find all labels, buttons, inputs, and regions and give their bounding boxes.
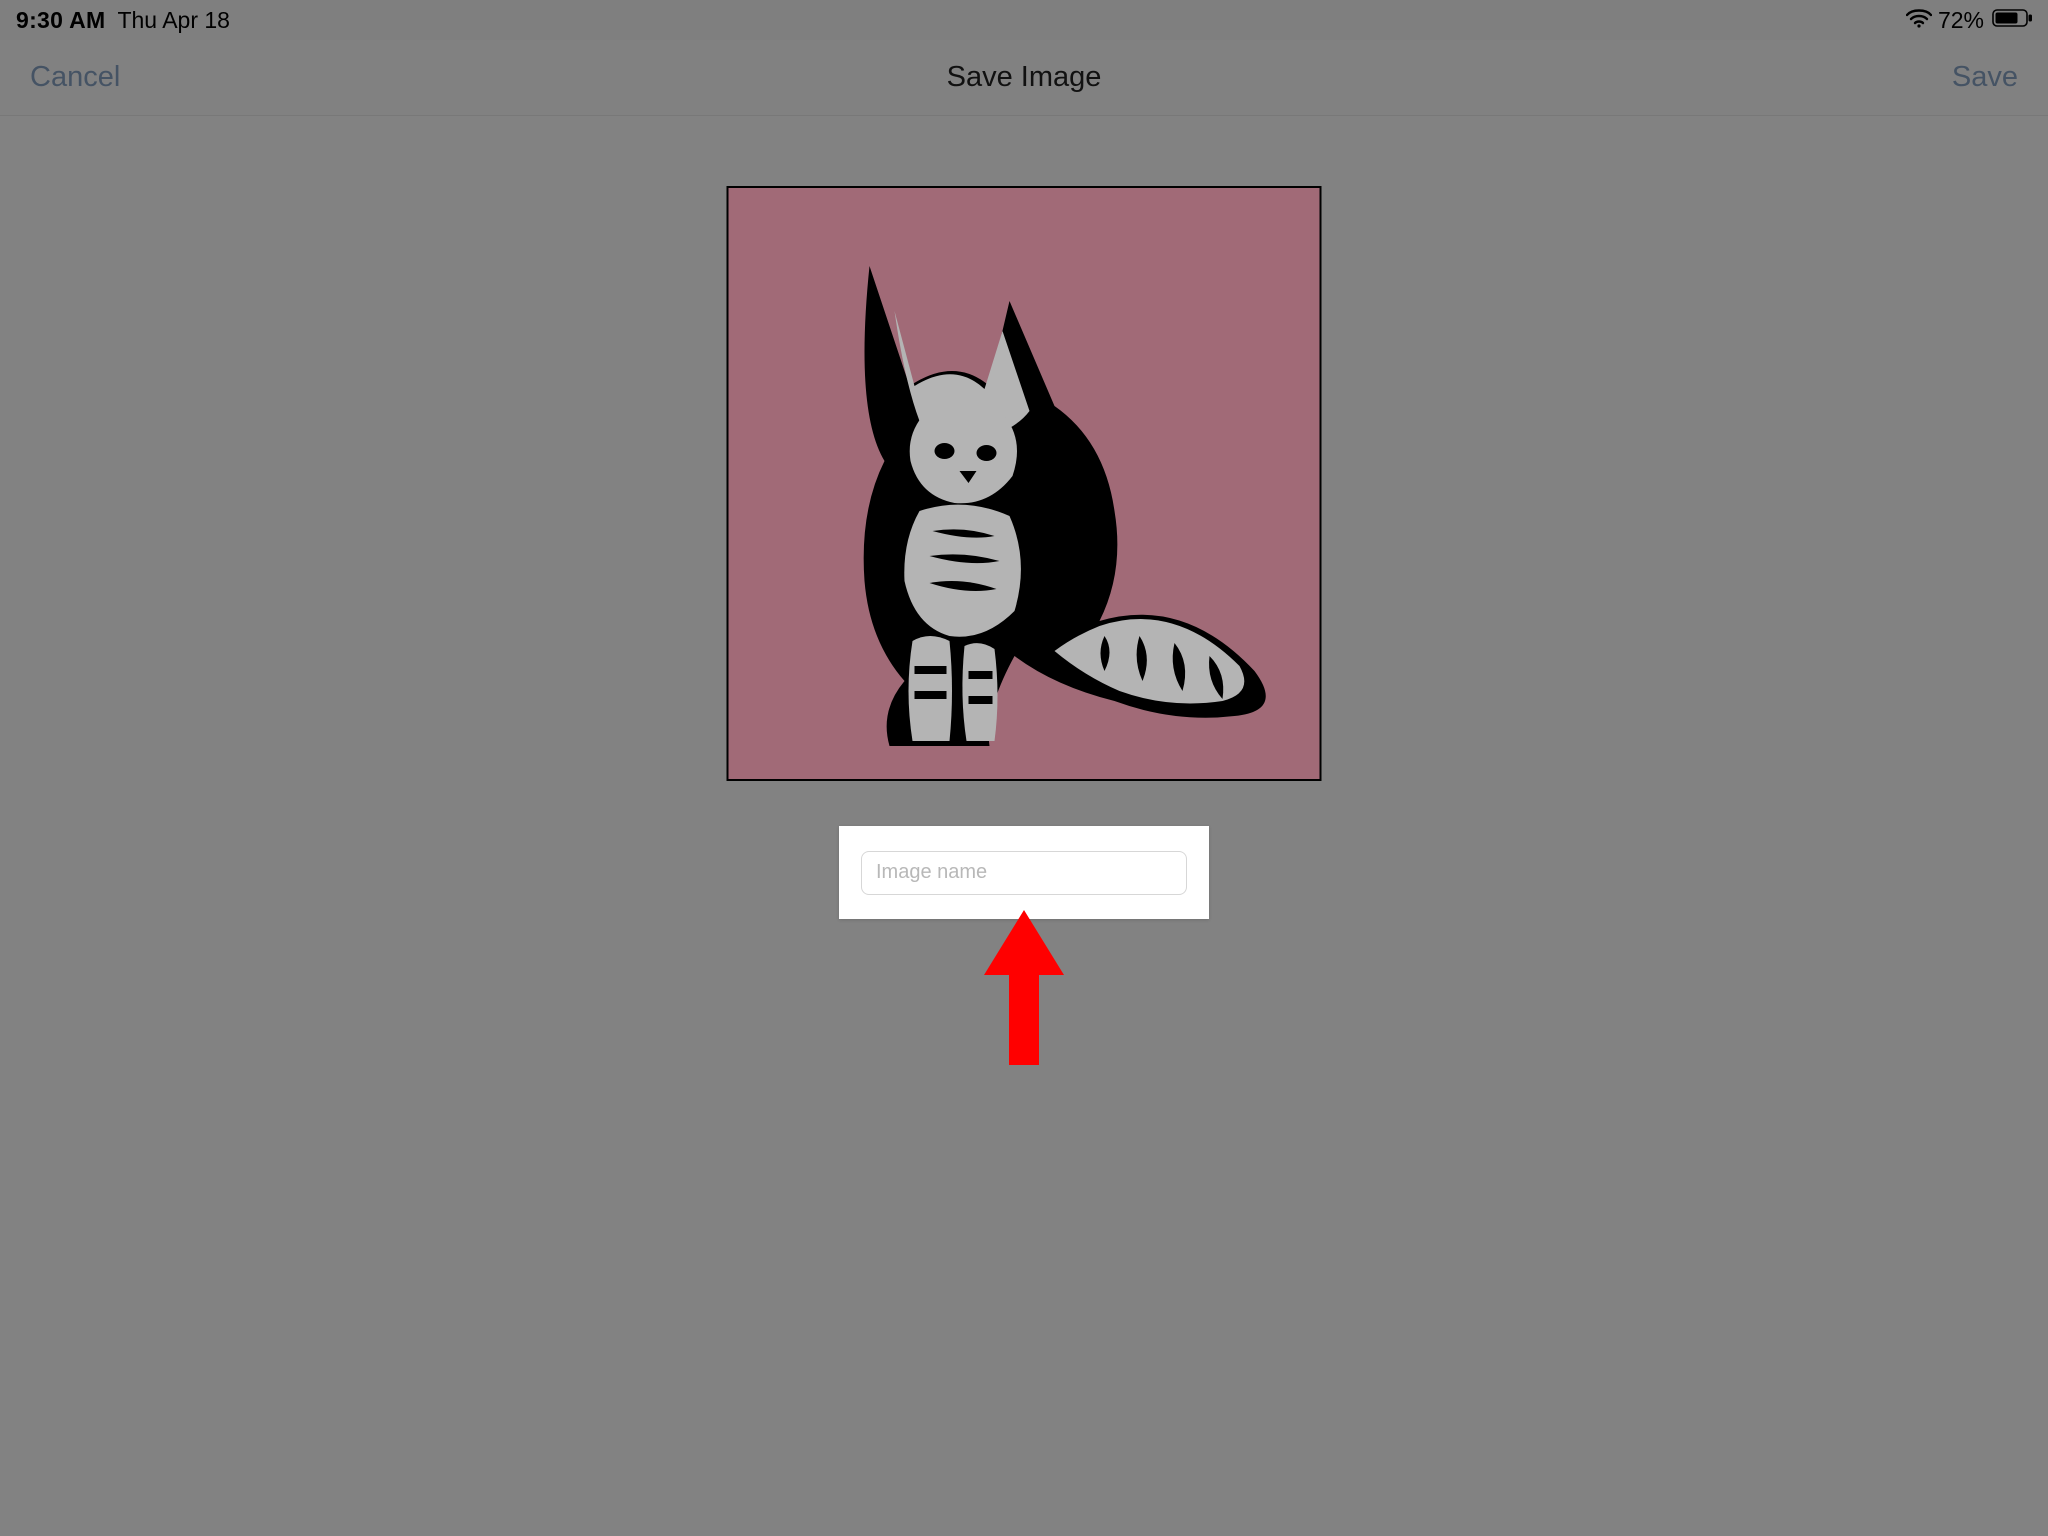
screen: 9:30 AM Thu Apr 18 72% <box>0 0 2048 1536</box>
image-preview <box>727 186 1322 781</box>
cancel-button[interactable]: Cancel <box>30 61 120 94</box>
status-bar: 9:30 AM Thu Apr 18 72% <box>0 0 2048 40</box>
wifi-icon <box>1906 7 1932 34</box>
status-bar-left: 9:30 AM Thu Apr 18 <box>14 7 230 34</box>
image-name-input[interactable] <box>861 851 1187 895</box>
status-time: 9:30 AM <box>16 7 105 34</box>
image-name-panel <box>839 826 1209 919</box>
content-area <box>0 116 2048 1536</box>
page-title: Save Image <box>0 61 2048 94</box>
battery-icon <box>1992 7 2034 34</box>
status-bar-right: 72% <box>1906 7 2034 34</box>
battery-percent: 72% <box>1938 7 1984 34</box>
status-date: Thu Apr 18 <box>117 7 230 34</box>
annotation-up-arrow-icon <box>984 910 1064 1065</box>
cat-illustration-icon <box>754 211 1294 756</box>
save-button[interactable]: Save <box>1952 61 2018 94</box>
nav-bar: Cancel Save Image Save <box>0 40 2048 116</box>
